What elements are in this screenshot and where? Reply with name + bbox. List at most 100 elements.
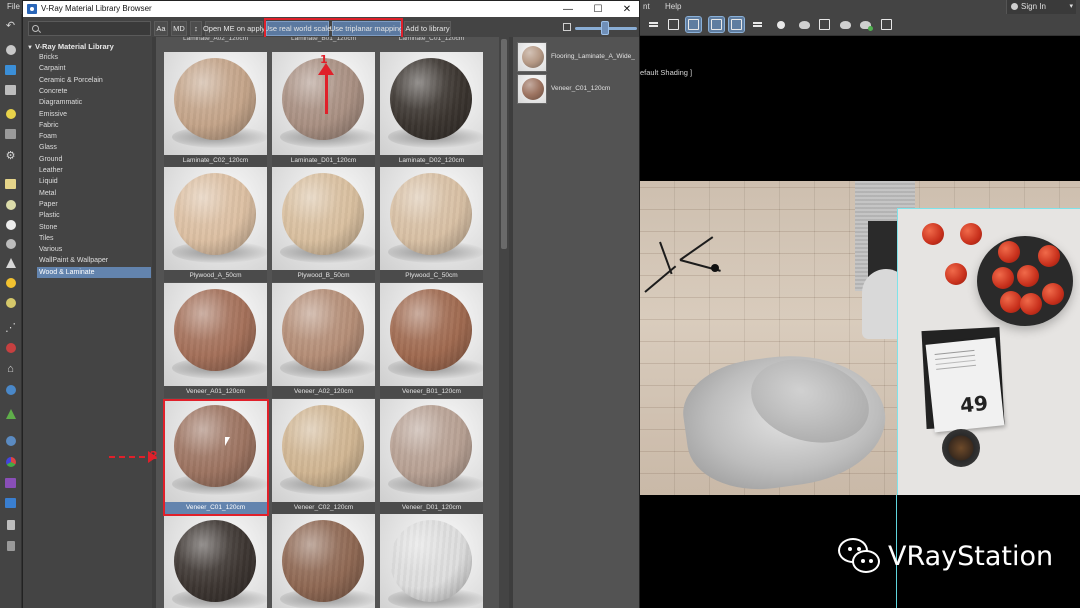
maximize-button[interactable]: ☐ [584, 1, 612, 17]
menu-file[interactable]: File [7, 2, 20, 11]
material-tile[interactable]: Veneer_B01_120cm [380, 283, 483, 398]
use-real-world-scale-button[interactable]: Use real world scale [264, 21, 331, 36]
tree-item-leather[interactable]: Leather [37, 165, 151, 176]
mouse-cursor-icon [225, 437, 230, 446]
material-tile[interactable]: Veneer_C01_120cm [164, 399, 267, 514]
add-to-library-button[interactable]: Add to library [404, 21, 451, 36]
material-tile[interactable]: Veneer_C02_120cm [272, 399, 375, 514]
sign-in-button[interactable]: Sign In ▾ [1006, 0, 1076, 14]
tree-item-tiles[interactable]: Tiles [37, 233, 151, 244]
toolbar-grid-icon[interactable] [646, 17, 661, 32]
toolbar-render-teapot-icon[interactable] [838, 17, 853, 32]
toolbar-list-icon[interactable] [666, 17, 681, 32]
toolbar-layer-manager-icon[interactable] [685, 16, 702, 33]
globe-icon[interactable] [3, 382, 18, 397]
scene-material-item[interactable]: Veneer_C01_120cm [517, 74, 639, 106]
tree-item-emissive[interactable]: Emissive [37, 109, 151, 120]
scene-material-item[interactable]: Flooring_Laminate_A_Wide_ [517, 42, 639, 74]
material-tile[interactable]: Laminate_C02_120cm [164, 52, 267, 167]
menu-help[interactable]: Help [665, 2, 681, 11]
tree-item-paper[interactable]: Paper [37, 199, 151, 210]
tree-item-wood-laminate[interactable]: Wood & Laminate [37, 266, 151, 278]
search-input[interactable] [28, 21, 151, 36]
color-dots-icon[interactable] [3, 454, 18, 469]
tree-item-ceramic[interactable]: Ceramic & Porcelain [37, 75, 151, 86]
house-icon[interactable] [3, 62, 18, 77]
tree-item-various[interactable]: Various [37, 244, 151, 255]
tree-item-ground[interactable]: Ground [37, 154, 151, 165]
cosmos-icon[interactable] [3, 495, 18, 510]
tree-item-concrete[interactable]: Concrete [37, 86, 151, 97]
slider-handle[interactable] [601, 21, 609, 35]
toolbar-curve-editor-icon[interactable] [750, 17, 765, 32]
grid-scrollbar[interactable] [499, 37, 509, 608]
tree-item-metal[interactable]: Metal [37, 188, 151, 199]
material-tile[interactable]: Veneer_D01_120cm [380, 399, 483, 514]
caret-down-icon: ▼ [27, 45, 33, 51]
material-tile[interactable] [164, 514, 267, 608]
material-tile[interactable]: Plywood_C_50cm [380, 167, 483, 282]
tree-root[interactable]: ▼ V-Ray Material Library [27, 42, 114, 51]
minimize-button[interactable]: — [554, 1, 582, 17]
export-icon[interactable] [3, 517, 18, 532]
use-triplanar-mapping-button[interactable]: Use triplanar mapping [330, 21, 403, 36]
scatter-icon[interactable]: ⌂ [3, 361, 18, 376]
dome-light-icon[interactable] [3, 197, 18, 212]
menu-partial-item[interactable]: nt [643, 2, 650, 11]
viewport-top[interactable] [640, 36, 1080, 181]
material-tile[interactable]: Plywood_A_50cm [164, 167, 267, 282]
toolbar-render-setup-icon[interactable] [817, 17, 832, 32]
toolbar-schematic-icon[interactable] [773, 17, 788, 32]
vfb-icon[interactable] [3, 475, 18, 490]
ies-light-icon[interactable] [3, 295, 18, 310]
plane-icon[interactable] [3, 176, 18, 191]
tree-item-bricks[interactable]: Bricks [37, 52, 151, 63]
viewport-shading-label[interactable]: efault Shading ] [640, 68, 692, 77]
toolbar-render-frame-icon[interactable] [858, 17, 873, 32]
toolbar-render-production-icon[interactable] [879, 17, 894, 32]
settings-icon[interactable] [3, 538, 18, 553]
material-tile[interactable]: Laminate_D02_120cm [380, 52, 483, 167]
magazine-number: 49 [958, 390, 990, 418]
md-button[interactable]: MD [171, 21, 187, 36]
stool-leg [644, 265, 677, 293]
proxy-icon[interactable] [3, 340, 18, 355]
tree-item-plastic[interactable]: Plastic [37, 210, 151, 221]
sphere-light-icon[interactable] [3, 217, 18, 232]
close-button[interactable]: ✕ [613, 1, 641, 17]
material-tile[interactable]: Plywood_B_50cm [272, 167, 375, 282]
scrollbar-thumb[interactable] [501, 39, 507, 249]
sort-button[interactable]: ↕ [190, 21, 202, 36]
match-case-button[interactable]: Aa [154, 21, 168, 36]
tree-item-liquid[interactable]: Liquid [37, 176, 151, 187]
tree-item-diagrammatic[interactable]: Diagrammatic [37, 97, 151, 108]
tree-item-stone[interactable]: Stone [37, 222, 151, 233]
window-titlebar[interactable]: V-Ray Material Library Browser — ☐ ✕ [23, 1, 639, 17]
light-bulb-icon[interactable] [3, 106, 18, 121]
toolbar-graph-icon[interactable] [728, 16, 745, 33]
material-tile[interactable] [380, 514, 483, 608]
image-icon[interactable] [3, 82, 18, 97]
tree-item-glass[interactable]: Glass [37, 142, 151, 153]
render-viewport[interactable]: 49 [640, 181, 1080, 495]
fur-icon[interactable]: ⋰ [3, 320, 18, 335]
open-me-on-apply-button[interactable]: Open ME on apply [203, 21, 265, 36]
camera-icon[interactable] [3, 126, 18, 141]
tree-item-fabric[interactable]: Fabric [37, 120, 151, 131]
cone-icon[interactable] [3, 255, 18, 270]
sphere-tool-icon[interactable] [3, 42, 18, 57]
material-tile[interactable]: Veneer_A02_120cm [272, 283, 375, 398]
toolbar-scene-explorer-icon[interactable] [708, 16, 725, 33]
material-tile[interactable]: Veneer_A01_120cm [164, 283, 267, 398]
toolbar-material-editor-icon[interactable] [797, 17, 812, 32]
tool-icon[interactable]: ⚙ [3, 148, 18, 163]
undo-icon[interactable]: ↶ [3, 18, 18, 33]
material-tile[interactable] [272, 514, 375, 608]
plant-icon[interactable] [3, 406, 18, 421]
tree-item-wallpaint[interactable]: WallPaint & Wallpaper [37, 255, 151, 266]
sun-icon[interactable] [3, 275, 18, 290]
tree-item-carpaint[interactable]: Carpaint [37, 63, 151, 74]
material-sphere-icon[interactable] [3, 433, 18, 448]
tree-item-foam[interactable]: Foam [37, 131, 151, 142]
teapot-icon[interactable] [3, 236, 18, 251]
